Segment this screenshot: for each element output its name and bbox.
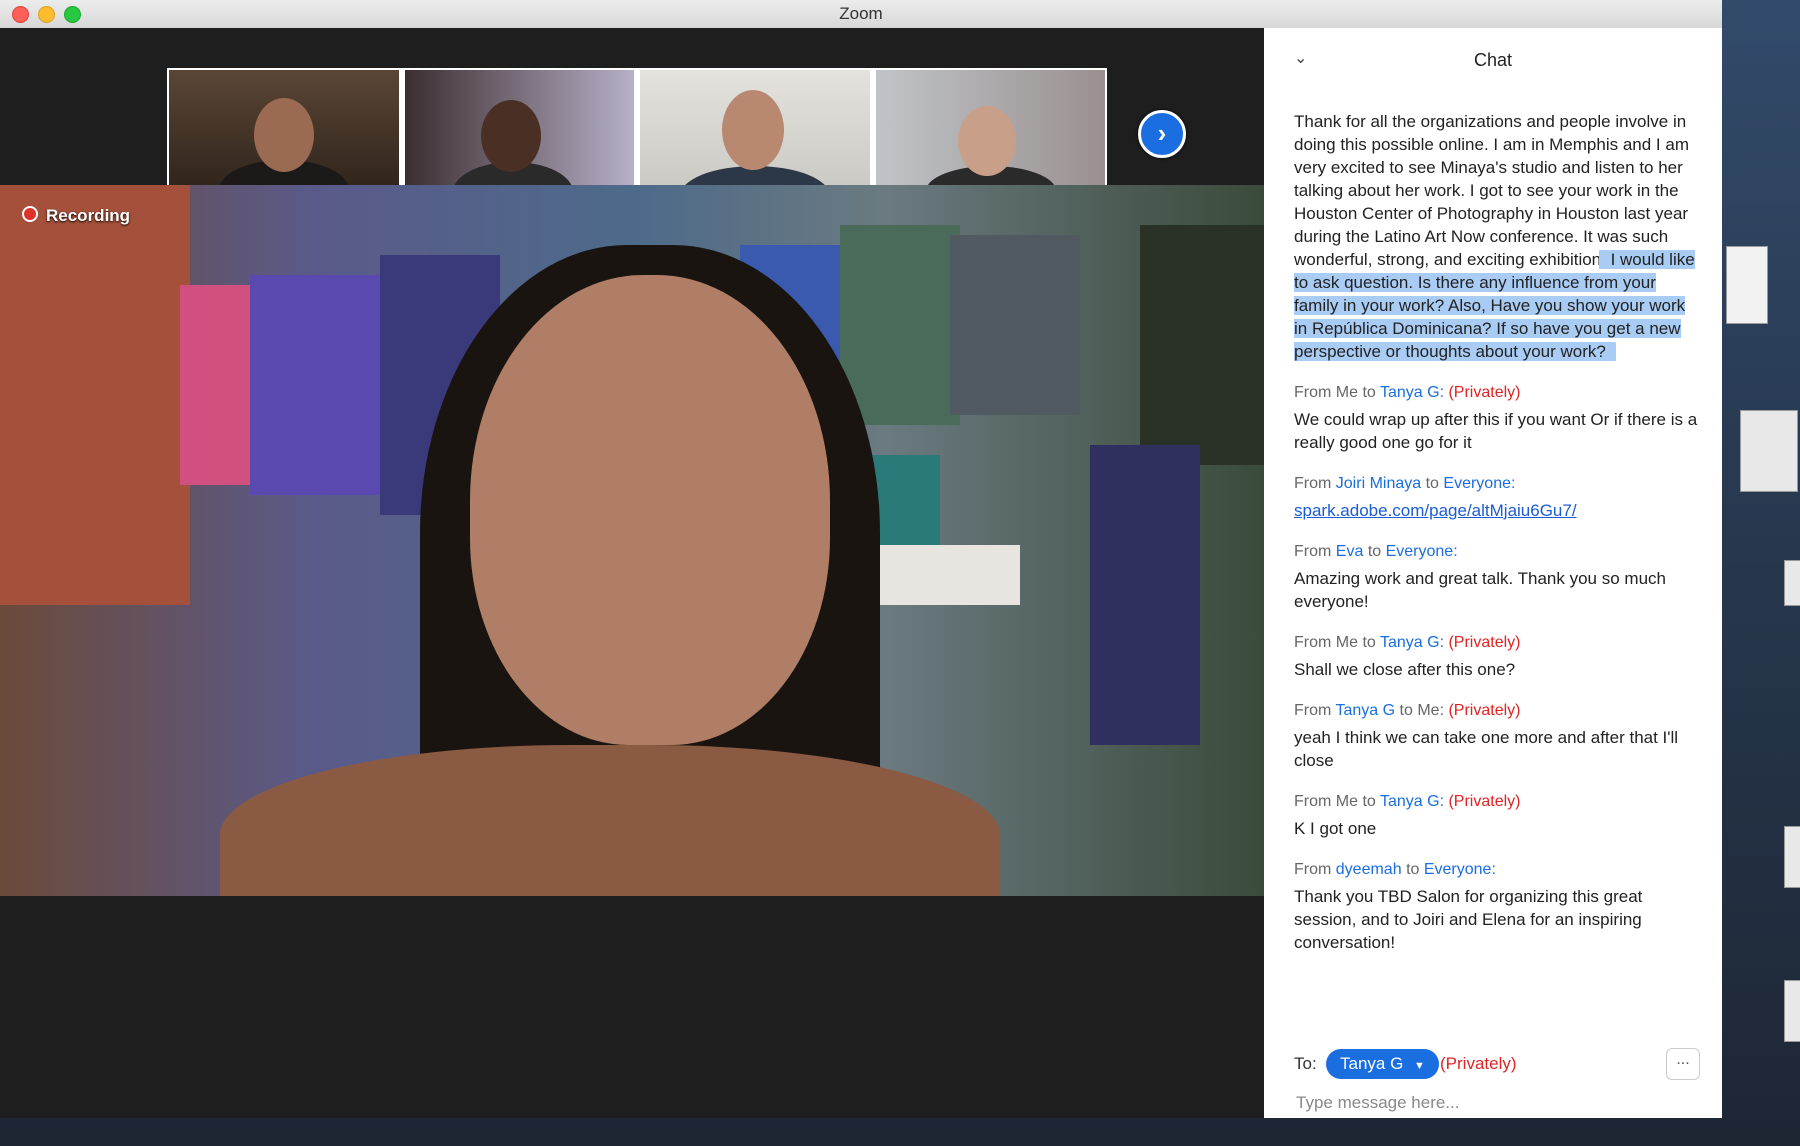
speaker-torso: [220, 745, 1000, 896]
message-input[interactable]: [1294, 1090, 1698, 1116]
chat-message: Thank for all the organizations and peop…: [1294, 110, 1700, 363]
message-meta: From Me to Tanya G: (Privately): [1294, 793, 1521, 810]
chat-message: From Tanya G to Me: (Privately) yeah I t…: [1294, 699, 1700, 772]
recipient-name[interactable]: Tanya G: [1380, 793, 1440, 810]
private-label: (Privately): [1448, 384, 1521, 401]
message-link[interactable]: spark.adobe.com/page/altMjaiu6Gu7/: [1294, 499, 1700, 522]
message-text: Shall we close after this one?: [1294, 660, 1516, 679]
sender-name[interactable]: Eva: [1336, 543, 1364, 560]
message-text: K I got one: [1294, 819, 1377, 838]
recipient-name[interactable]: Tanya G: [1380, 634, 1440, 651]
recipient-name: Everyone: [1385, 543, 1454, 560]
desktop-screenshot-icon[interactable]: [1740, 410, 1798, 492]
message-meta: From Tanya G to Me: (Privately): [1294, 702, 1521, 719]
message-text: Thank you TBD Salon for organizing this …: [1294, 887, 1643, 952]
chat-message: From Joiri Minaya to Everyone: spark.ado…: [1294, 472, 1700, 522]
chat-message: From Me to Tanya G: (Privately) K I got …: [1294, 790, 1700, 840]
recording-label: Recording: [46, 206, 131, 225]
sender-name: Me: [1335, 793, 1359, 810]
participant-video-tile[interactable]: [640, 70, 870, 204]
caret-down-icon: ▼: [1414, 1060, 1425, 1072]
sender-name[interactable]: dyeemah: [1336, 861, 1402, 878]
speaker-face: [470, 275, 830, 745]
chat-panel: ⌄ Chat Thank for all the organizations a…: [1264, 28, 1722, 1118]
record-icon: [22, 206, 38, 222]
sender-name: Me: [1335, 634, 1359, 651]
message-text: Thank for all the organizations and peop…: [1294, 112, 1689, 269]
message-text: yeah I think we can take one more and af…: [1294, 728, 1679, 770]
chat-title: Chat: [1473, 50, 1513, 70]
more-options-button[interactable]: ...: [1666, 1048, 1700, 1080]
message-meta: From Joiri Minaya to Everyone:: [1294, 475, 1516, 492]
participant-video-tile[interactable]: [404, 70, 634, 204]
chat-message: From Me to Tanya G: (Privately) Shall we…: [1294, 631, 1700, 681]
chat-message: From dyeemah to Everyone: Thank you TBD …: [1294, 858, 1700, 954]
window-title: Zoom: [839, 4, 883, 23]
desktop-screenshot-icon[interactable]: [1784, 826, 1800, 888]
next-page-button[interactable]: ›: [1138, 110, 1186, 158]
participant-video-tile[interactable]: [169, 70, 399, 204]
message-meta: From Me to Tanya G: (Privately): [1294, 384, 1521, 401]
message-text: Amazing work and great talk. Thank you s…: [1294, 569, 1666, 611]
sender-name[interactable]: Tanya G: [1335, 702, 1395, 719]
desktop-screenshot-icon[interactable]: [1784, 560, 1800, 606]
recipient-name[interactable]: Tanya G: [1380, 384, 1440, 401]
private-label: (Privately): [1448, 793, 1521, 810]
to-label: To:: [1294, 1054, 1317, 1073]
sender-name[interactable]: Joiri Minaya: [1336, 475, 1421, 492]
active-speaker-video: [0, 185, 1264, 896]
private-indicator: (Privately): [1440, 1054, 1517, 1073]
desktop-app-icon[interactable]: [1726, 246, 1768, 324]
message-meta: From dyeemah to Everyone:: [1294, 861, 1496, 878]
chat-footer: To: Tanya G ▼ (Privately) ...: [1264, 1018, 1722, 1118]
sender-name: Me: [1335, 384, 1359, 401]
title-bar: Zoom: [0, 0, 1722, 29]
chevron-right-icon: ›: [1157, 118, 1167, 148]
chat-header: ⌄ Chat: [1264, 28, 1722, 88]
recipient-name: Everyone: [1443, 475, 1511, 492]
recipient-select[interactable]: Tanya G ▼: [1326, 1049, 1439, 1079]
chat-message: From Eva to Everyone: Amazing work and g…: [1294, 540, 1700, 613]
zoom-window: Zoom › Recording ⌄ Chat Thank for all th…: [0, 0, 1722, 1118]
desktop-screenshot-icon[interactable]: [1784, 980, 1800, 1042]
recording-indicator: Recording: [22, 206, 130, 226]
message-meta: From Eva to Everyone:: [1294, 543, 1458, 560]
private-label: (Privately): [1448, 634, 1521, 651]
recipient-name: Me: [1417, 702, 1440, 719]
chat-message: From Me to Tanya G: (Privately) We could…: [1294, 381, 1700, 454]
message-meta: From Me to Tanya G: (Privately): [1294, 634, 1521, 651]
message-text: We could wrap up after this if you want …: [1294, 410, 1698, 452]
recipient-select-value: Tanya G: [1340, 1054, 1404, 1073]
recipient-name: Everyone: [1423, 861, 1492, 878]
participant-video-tile[interactable]: [875, 70, 1105, 204]
chat-message-list[interactable]: Thank for all the organizations and peop…: [1294, 98, 1700, 954]
private-label: (Privately): [1448, 702, 1521, 719]
